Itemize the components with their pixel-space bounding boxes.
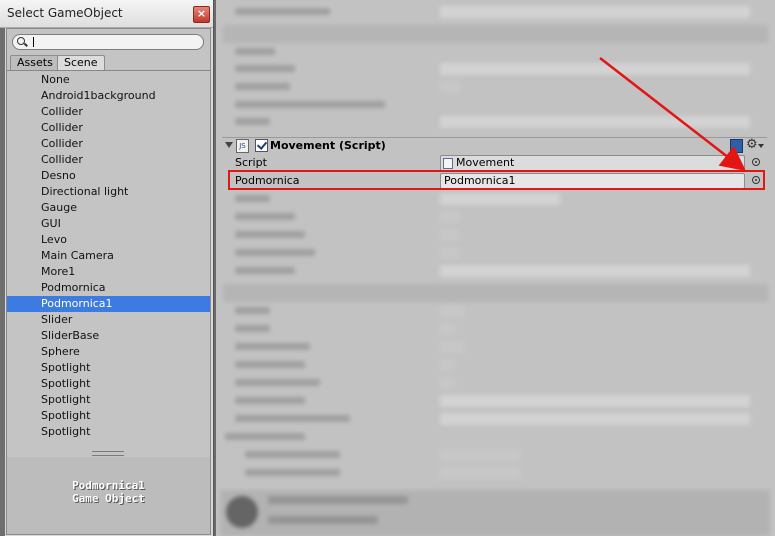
close-icon[interactable]: × xyxy=(193,6,210,23)
search-input[interactable] xyxy=(31,35,196,49)
list-item[interactable]: Collider xyxy=(7,136,210,152)
list-item[interactable]: Spotlight xyxy=(7,408,210,424)
list-item[interactable]: More1 xyxy=(7,264,210,280)
list-item[interactable]: Collider xyxy=(7,120,210,136)
list-item[interactable]: SliderBase xyxy=(7,328,210,344)
list-item[interactable]: GUI xyxy=(7,216,210,232)
list-item[interactable]: Levo xyxy=(7,232,210,248)
list-item[interactable]: None xyxy=(7,72,210,88)
gameobject-list: None Android1background Collider Collider Co… xyxy=(7,72,210,444)
preview-resize-handle[interactable] xyxy=(92,451,124,456)
tab-scene[interactable]: Scene xyxy=(57,55,105,70)
window-title: Select GameObject xyxy=(7,6,123,20)
list-item[interactable]: Podmornica1 xyxy=(7,296,210,312)
search-icon xyxy=(17,37,25,45)
preview-area: Podmornica1 Game Object xyxy=(7,457,210,534)
list-item[interactable]: Directional light xyxy=(7,184,210,200)
select-gameobject-window: Select GameObject × Assets Scene None And… xyxy=(0,0,214,536)
list-item[interactable]: Sphere xyxy=(7,344,210,360)
list-item[interactable]: Spotlight xyxy=(7,392,210,408)
list-item[interactable]: Main Camera xyxy=(7,248,210,264)
list-item[interactable]: Collider xyxy=(7,152,210,168)
list-item[interactable]: Spotlight xyxy=(7,376,210,392)
text-caret xyxy=(33,37,34,47)
list-item[interactable]: Spotlight xyxy=(7,424,210,440)
picker-body: Assets Scene None Android1background Colli… xyxy=(6,28,211,535)
list-item[interactable]: Gauge xyxy=(7,200,210,216)
list-item[interactable]: Spotlight xyxy=(7,360,210,376)
list-item[interactable]: Podmornica xyxy=(7,280,210,296)
preview-object-name: Podmornica1 xyxy=(72,479,145,492)
window-border xyxy=(0,28,5,536)
search-field[interactable] xyxy=(12,34,204,50)
list-item[interactable]: Desno xyxy=(7,168,210,184)
tab-assets[interactable]: Assets xyxy=(10,55,60,70)
list-item[interactable]: Collider xyxy=(7,104,210,120)
picker-tabs: Assets Scene xyxy=(7,54,210,71)
window-title-bar[interactable]: Select GameObject × xyxy=(0,0,213,28)
list-item[interactable]: Android1background xyxy=(7,88,210,104)
preview-object-type: Game Object xyxy=(72,492,145,505)
list-item[interactable]: Slider xyxy=(7,312,210,328)
